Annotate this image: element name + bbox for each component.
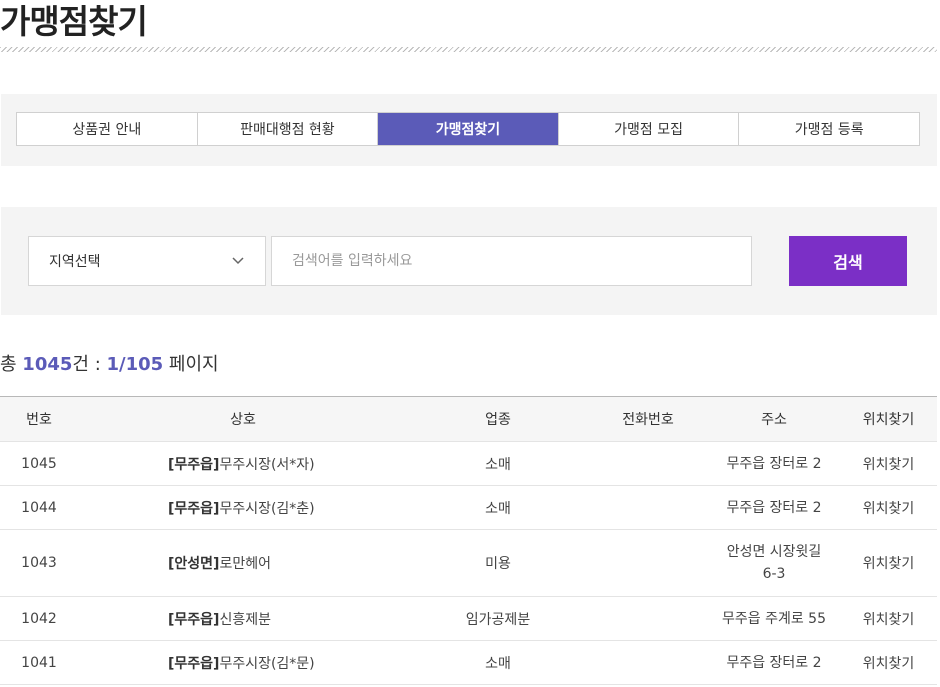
cell-phone <box>588 485 708 530</box>
locate-link[interactable]: 위치찾기 <box>840 485 937 530</box>
search-panel: 지역선택 검색 <box>1 207 937 315</box>
page-indicator: 1/105 <box>106 354 164 375</box>
cell-store-name: [무주읍]무주시장(서*자) <box>78 441 408 486</box>
cell-address: 무주읍 장터로 2 <box>708 640 840 685</box>
search-button[interactable]: 검색 <box>789 236 907 286</box>
tab-sales-agents[interactable]: 판매대행점 현황 <box>198 113 379 145</box>
header-phone: 전화번호 <box>588 396 708 442</box>
table-header-row: 번호 상호 업종 전화번호 주소 위치찾기 <box>0 396 937 442</box>
cell-number: 1045 <box>0 441 78 486</box>
locate-link[interactable]: 위치찾기 <box>840 596 937 641</box>
locate-link[interactable]: 위치찾기 <box>840 441 937 486</box>
cell-number: 1042 <box>0 596 78 641</box>
cell-category: 임가공제분 <box>408 596 588 641</box>
cell-region: [무주읍] <box>168 655 220 672</box>
cell-number: 1044 <box>0 485 78 530</box>
header-number: 번호 <box>0 396 78 442</box>
cell-category: 소매 <box>408 441 588 486</box>
tab-gift-certificate-info[interactable]: 상품권 안내 <box>17 113 198 145</box>
cell-region: [안성면] <box>168 556 220 572</box>
summary-prefix: 총 <box>0 354 23 375</box>
result-summary: 총 1045건 : 1/105 페이지 <box>0 350 219 376</box>
cell-phone <box>588 596 708 641</box>
tab-bar: 상품권 안내 판매대행점 현황 가맹점찾기 가맹점 모집 가맹점 등록 <box>1 94 937 166</box>
header-address: 주소 <box>708 396 840 442</box>
cell-category: 미용 <box>408 529 588 597</box>
cell-store-name: [무주읍]신흥제분 <box>78 596 408 641</box>
cell-store-title: 무주시장(서*자) <box>219 456 315 473</box>
region-select-value: 지역선택 <box>49 254 101 270</box>
cell-store-name: [안성면]로만헤어 <box>78 529 408 597</box>
search-input[interactable] <box>271 236 752 286</box>
cell-region: [무주읍] <box>168 611 220 628</box>
cell-address: 안성면 시장윗길 6-3 <box>708 529 840 597</box>
cell-region: [무주읍] <box>168 500 220 517</box>
table-row: 1041 [무주읍]무주시장(김*문) 소매 무주읍 장터로 2 위치찾기 <box>0 640 937 685</box>
locate-link[interactable]: 위치찾기 <box>840 529 937 597</box>
chevron-down-icon <box>232 257 244 265</box>
summary-suffix: 페이지 <box>163 354 219 375</box>
tab-store-recruitment[interactable]: 가맹점 모집 <box>559 113 740 145</box>
header-category: 업종 <box>408 396 588 442</box>
cell-address: 무주읍 장터로 2 <box>708 441 840 486</box>
cell-store-title: 무주시장(김*춘) <box>219 500 315 517</box>
cell-phone <box>588 441 708 486</box>
cell-address: 무주읍 장터로 2 <box>708 485 840 530</box>
table-row: 1043 [안성면]로만헤어 미용 안성면 시장윗길 6-3 위치찾기 <box>0 529 937 597</box>
cell-category: 소매 <box>408 485 588 530</box>
total-count: 1045 <box>22 354 73 375</box>
cell-store-title: 로만헤어 <box>219 556 271 572</box>
cell-phone <box>588 640 708 685</box>
region-select[interactable]: 지역선택 <box>28 236 266 286</box>
title-divider <box>0 47 937 52</box>
table-row: 1044 [무주읍]무주시장(김*춘) 소매 무주읍 장터로 2 위치찾기 <box>0 485 937 530</box>
cell-number: 1043 <box>0 529 78 597</box>
cell-address: 무주읍 주계로 55 <box>708 596 840 641</box>
locate-link[interactable]: 위치찾기 <box>840 640 937 685</box>
cell-category: 소매 <box>408 640 588 685</box>
summary-unit: 건 : <box>72 354 107 375</box>
table-row: 1042 [무주읍]신흥제분 임가공제분 무주읍 주계로 55 위치찾기 <box>0 596 937 641</box>
header-locate: 위치찾기 <box>840 396 937 442</box>
store-table: 번호 상호 업종 전화번호 주소 위치찾기 1045 [무주읍]무주시장(서*자… <box>0 396 937 685</box>
cell-store-title: 신흥제분 <box>219 611 271 628</box>
cell-phone <box>588 529 708 597</box>
table-row: 1045 [무주읍]무주시장(서*자) 소매 무주읍 장터로 2 위치찾기 <box>0 441 937 486</box>
cell-number: 1041 <box>0 640 78 685</box>
cell-region: [무주읍] <box>168 456 220 473</box>
cell-store-title: 무주시장(김*문) <box>219 655 315 672</box>
page-title: 가맹점찾기 <box>0 2 148 41</box>
cell-store-name: [무주읍]무주시장(김*춘) <box>78 485 408 530</box>
tab-find-stores[interactable]: 가맹점찾기 <box>378 113 559 145</box>
cell-store-name: [무주읍]무주시장(김*문) <box>78 640 408 685</box>
header-name: 상호 <box>78 396 408 442</box>
tab-store-registration[interactable]: 가맹점 등록 <box>739 113 919 145</box>
tab-list: 상품권 안내 판매대행점 현황 가맹점찾기 가맹점 모집 가맹점 등록 <box>16 112 920 146</box>
